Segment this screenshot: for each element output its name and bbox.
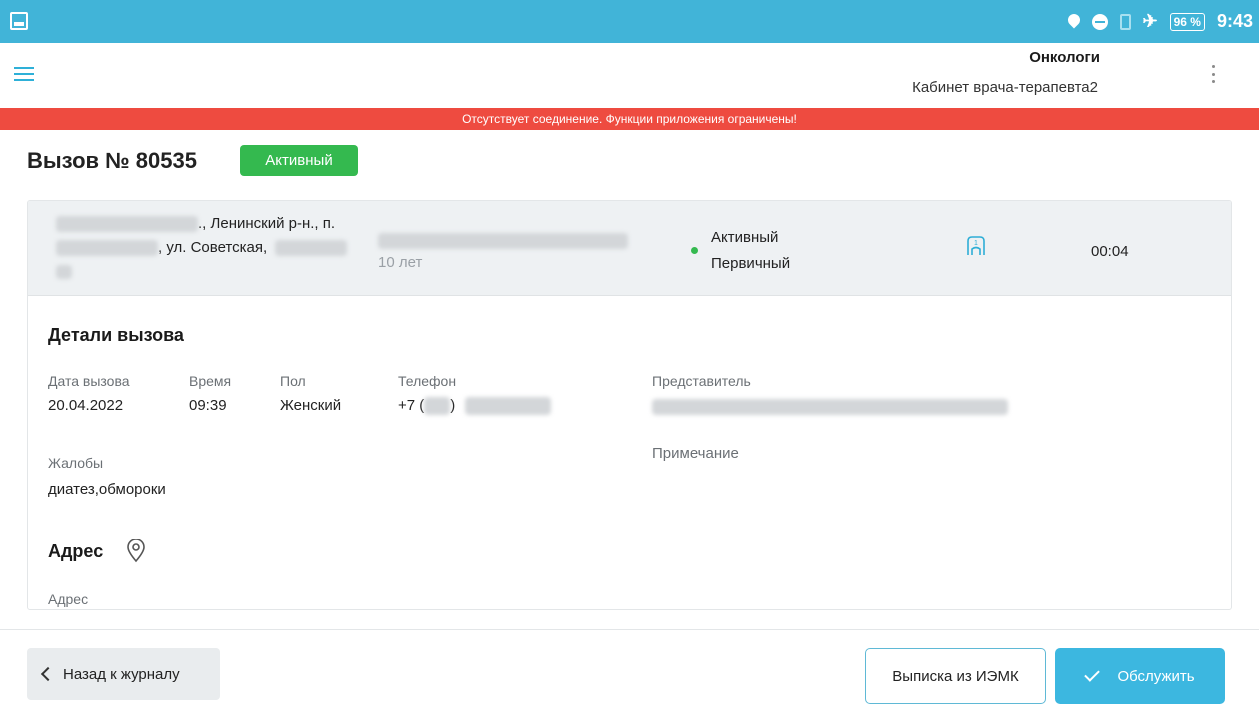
- redacted-text: [56, 240, 158, 257]
- address-line-2: , ул. Советская,: [56, 239, 348, 257]
- more-vert-icon[interactable]: [1207, 65, 1219, 83]
- date-value: 20.04.2022: [48, 397, 124, 414]
- sim-icon: [1119, 13, 1131, 30]
- redacted-text: [465, 397, 552, 416]
- call-timer: 00:04: [1091, 243, 1129, 260]
- nurse-icon: 1: [967, 236, 985, 255]
- clock: 9:43: [1216, 11, 1253, 31]
- date-label: Дата вызова: [48, 373, 130, 389]
- state-indicator: [691, 247, 698, 254]
- complaints-value: диатез,обмороки: [48, 481, 166, 498]
- gallery-icon: [10, 12, 28, 30]
- menu-icon[interactable]: [14, 67, 34, 81]
- serve-button[interactable]: Обслужить: [1055, 648, 1225, 704]
- status-icons: ✈ 96 % 9:43: [1068, 0, 1253, 43]
- representative-redacted: [652, 399, 1008, 415]
- call-card: ., Ленинский р-н., п. , ул. Советская, 1…: [27, 200, 1232, 610]
- representative-label: Представитель: [652, 373, 751, 389]
- details-title: Детали вызова: [48, 325, 184, 345]
- call-type: Первичный: [711, 255, 791, 272]
- note-label: Примечание: [652, 445, 739, 462]
- call-state: Активный: [711, 229, 779, 246]
- sex-label: Пол: [280, 373, 306, 389]
- complaints-label: Жалобы: [48, 455, 104, 471]
- offline-banner: Отсутствует соединение. Функции приложен…: [0, 108, 1259, 130]
- address-line-1: ., Ленинский р-н., п.: [56, 215, 335, 233]
- redacted-text: [56, 216, 198, 233]
- do-not-disturb-icon: [1091, 13, 1108, 30]
- time-value: 09:39: [189, 397, 227, 414]
- patient-age: 10 лет: [378, 254, 423, 271]
- bottom-bar: Назад к журналу Выписка из ИЭМК Обслужит…: [0, 629, 1259, 717]
- address-label: Адрес: [48, 591, 89, 607]
- redacted-text: [275, 240, 348, 257]
- phone-value: +7 (): [398, 397, 552, 416]
- redacted-text: [56, 265, 72, 279]
- time-label: Время: [189, 373, 232, 389]
- address-title: Адрес: [48, 541, 104, 561]
- app-bar: Онкологи Кабинет врача-терапевта2: [0, 43, 1259, 104]
- map-pin-icon[interactable]: [126, 539, 146, 563]
- app-subtitle: Кабинет врача-терапевта2: [912, 79, 1098, 96]
- sex-value: Женский: [280, 397, 342, 414]
- patient-name-redacted: [378, 233, 628, 249]
- airplane-icon: ✈: [1142, 11, 1158, 31]
- app-title: Онкологи: [1029, 49, 1100, 66]
- call-title: Вызов № 80535: [27, 148, 197, 173]
- redacted-text: [424, 397, 451, 416]
- status-badge: Активный: [240, 145, 358, 176]
- status-bar: ✈ 96 % 9:43: [0, 0, 1259, 43]
- chevron-left-icon: [40, 666, 56, 682]
- phone-label: Телефон: [398, 373, 457, 389]
- call-summary[interactable]: ., Ленинский р-н., п. , ул. Советская, 1…: [28, 201, 1231, 296]
- location-pin-icon: [1068, 14, 1080, 30]
- back-to-journal-button[interactable]: Назад к журналу: [27, 648, 220, 700]
- emr-extract-button[interactable]: Выписка из ИЭМК: [865, 648, 1046, 704]
- check-icon: [1084, 666, 1101, 682]
- battery-icon: 96 %: [1169, 12, 1205, 31]
- svg-text:1: 1: [974, 240, 978, 247]
